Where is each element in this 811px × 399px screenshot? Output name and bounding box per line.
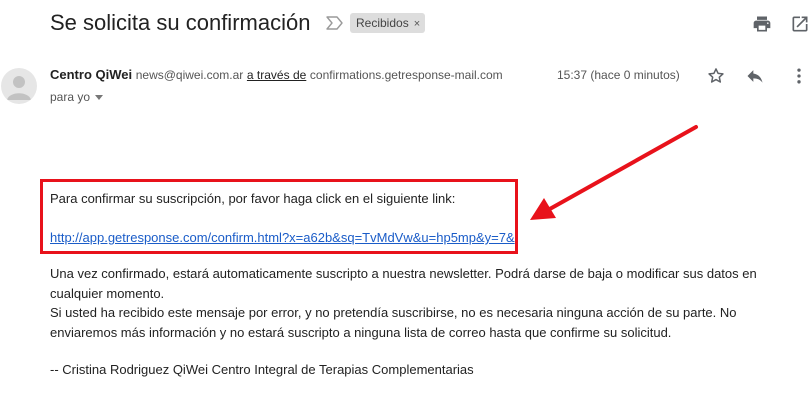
body-paragraph-1-line-2: cualquier momento.	[50, 286, 165, 301]
recipient-text: para yo	[50, 90, 91, 104]
label-remove-icon[interactable]: ×	[414, 18, 420, 30]
print-icon[interactable]	[752, 14, 772, 34]
reply-icon[interactable]	[745, 66, 765, 86]
sender-name: Centro QiWei	[50, 67, 133, 82]
more-vertical-icon[interactable]	[789, 66, 809, 86]
via-link[interactable]: a través de	[247, 68, 306, 82]
body-paragraph-1-line-1: Una vez confirmado, estará automaticamen…	[50, 266, 757, 281]
email-timestamp: 15:37 (hace 0 minutos)	[557, 68, 680, 82]
body-paragraph-2-line-2: enviaremos más información y no estará s…	[50, 325, 672, 340]
email-subject: Se solicita su confirmación	[50, 10, 311, 35]
via-domain: confirmations.getresponse-mail.com	[309, 68, 503, 82]
body-paragraph-2-line-1: Si usted ha recibido este mensaje por er…	[50, 305, 737, 320]
confirmation-link[interactable]: http://app.getresponse.com/confirm.html?…	[50, 228, 515, 248]
sender-line: Centro QiWei news@qiwei.com.ar a través …	[50, 67, 517, 82]
recipient-line[interactable]: para yo	[50, 90, 104, 104]
open-in-new-window-icon[interactable]	[790, 14, 810, 34]
chevron-down-icon[interactable]	[95, 95, 104, 101]
avatar-icon	[7, 76, 31, 100]
label-chip-recibidos[interactable]: Recibidos ×	[350, 13, 426, 33]
confirm-intro: Para confirmar su suscripción, por favor…	[50, 191, 456, 206]
label-chip-text: Recibidos	[356, 16, 409, 30]
email-signature: -- Cristina Rodriguez QiWei Centro Integ…	[50, 362, 474, 377]
important-marker-icon[interactable]	[326, 15, 344, 31]
annotation-arrow	[530, 125, 698, 220]
sender-avatar	[1, 68, 37, 104]
star-icon[interactable]	[706, 66, 726, 86]
sender-email: news@qiwei.com.ar	[135, 68, 244, 82]
